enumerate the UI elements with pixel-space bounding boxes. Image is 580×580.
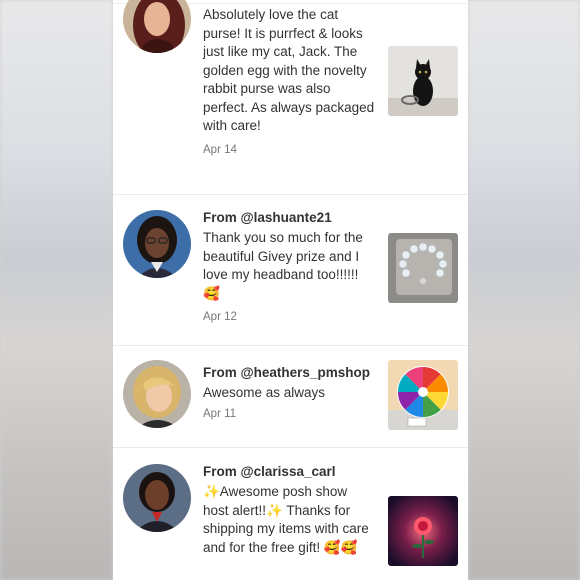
woman-with-red-hair-avatar[interactable] bbox=[123, 0, 191, 53]
bead-bracelet-photo[interactable] bbox=[388, 233, 458, 303]
blonde-woman-avatar[interactable] bbox=[123, 360, 191, 428]
smiling-woman-avatar[interactable] bbox=[123, 464, 191, 532]
review-text: ✨Awesome posh show host alert!!✨ Thanks … bbox=[203, 484, 369, 555]
rose-art-photo[interactable] bbox=[388, 496, 458, 566]
review-text: Absolutely love the cat purse! It is pur… bbox=[203, 7, 375, 133]
review-date: Apr 12 bbox=[203, 311, 237, 323]
reviews-panel: Absolutely love the cat purse! It is pur… bbox=[113, 0, 468, 580]
prize-wheel-photo[interactable] bbox=[388, 360, 458, 430]
blurred-background-left bbox=[0, 0, 113, 580]
review-divider bbox=[113, 345, 468, 346]
review-text: Awesome as always bbox=[203, 385, 326, 400]
review-author[interactable]: From @heathers_pmshop bbox=[203, 364, 375, 382]
woman-with-glasses-avatar[interactable] bbox=[123, 210, 191, 278]
review-author[interactable]: From @clarissa_carl bbox=[203, 463, 375, 481]
review-divider bbox=[113, 194, 468, 195]
review-text: Thank you so much for the beautiful Give… bbox=[203, 230, 363, 301]
black-cat-purse-photo[interactable] bbox=[388, 46, 458, 116]
review-date: Apr 14 bbox=[203, 143, 237, 156]
review-divider bbox=[113, 447, 468, 448]
review-date: Apr 11 bbox=[203, 407, 237, 420]
review-author[interactable]: From @lashuante21 bbox=[203, 209, 375, 227]
blurred-background-right bbox=[468, 0, 580, 580]
